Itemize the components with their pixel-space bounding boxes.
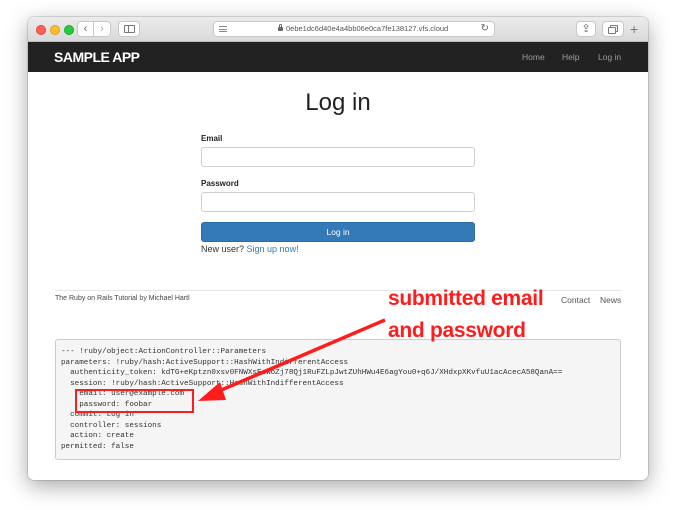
logo[interactable]: SAMPLE APP: [54, 49, 140, 65]
email-field[interactable]: [201, 147, 475, 167]
nav-login-link[interactable]: Log in: [598, 52, 621, 62]
footer-contact-link[interactable]: Contact: [561, 295, 590, 305]
annotation-text-line1: submitted email: [388, 287, 544, 310]
email-label: Email: [201, 134, 223, 143]
password-field[interactable]: [201, 192, 475, 212]
debug-line: controller: sessions: [61, 421, 162, 430]
author-link[interactable]: Michael Hartl: [149, 295, 190, 302]
browser-toolbar: ‹ › 0ebe1dc6d40e4a4bb06e0ca7fe138127.vfs…: [28, 17, 648, 42]
zoom-window-icon[interactable]: [64, 25, 74, 35]
close-window-icon[interactable]: [36, 25, 46, 35]
sidebar-toggle-button[interactable]: [118, 21, 140, 37]
share-icon: ⇪: [581, 23, 591, 35]
password-label: Password: [201, 179, 239, 188]
debug-line: authenticity_token: kdTG+eKptzn0xsv0FNWX…: [61, 369, 563, 377]
signup-prompt: New user? Sign up now!: [201, 244, 299, 254]
nav-home-link[interactable]: Home: [522, 52, 545, 62]
debug-line: parameters: !ruby/hash:ActiveSupport::Ha…: [61, 358, 349, 367]
reader-menu-icon[interactable]: [219, 26, 227, 32]
address-bar[interactable]: 0ebe1dc6d40e4a4bb06e0ca7fe138127.vfs.clo…: [213, 21, 495, 37]
footer-credit: The Ruby on Rails Tutorial by Michael Ha…: [55, 295, 190, 302]
login-submit-button[interactable]: Log in: [201, 222, 475, 242]
tutorial-link[interactable]: The Ruby on Rails Tutorial: [55, 295, 137, 302]
new-tab-icon[interactable]: +: [630, 22, 638, 36]
credit-by-text: by: [137, 295, 149, 302]
share-button[interactable]: ⇪: [576, 21, 596, 37]
debug-line: permitted: false: [61, 442, 134, 451]
nav-help-link[interactable]: Help: [562, 52, 579, 62]
reload-icon[interactable]: ↻: [481, 22, 489, 36]
minimize-window-icon[interactable]: [50, 25, 60, 35]
debug-line: session: !ruby/hash:ActiveSupport::HashW…: [61, 379, 344, 388]
signup-prompt-text: New user?: [201, 244, 247, 254]
signup-link[interactable]: Sign up now!: [247, 244, 299, 254]
chevron-right-icon: ›: [100, 23, 104, 35]
site-header: SAMPLE APP Home Help Log in: [28, 42, 648, 72]
page-title: Log in: [305, 89, 371, 116]
debug-line: action: create: [61, 432, 134, 440]
chevron-left-icon: ‹: [83, 23, 88, 35]
annotation-text-line2: and password: [388, 319, 526, 342]
annotation-highlight-box: [75, 389, 194, 413]
url-text: 0ebe1dc6d40e4a4bb06e0ca7fe138127.vfs.clo…: [286, 24, 449, 33]
sidebar-icon: [124, 25, 135, 33]
forward-button[interactable]: ›: [94, 21, 111, 37]
lock-icon: [278, 24, 283, 31]
footer-news-link[interactable]: News: [600, 295, 621, 305]
back-button[interactable]: ‹: [77, 21, 94, 37]
show-tabs-button[interactable]: [602, 21, 624, 37]
debug-line: --- !ruby/object:ActionController::Param…: [61, 348, 267, 356]
